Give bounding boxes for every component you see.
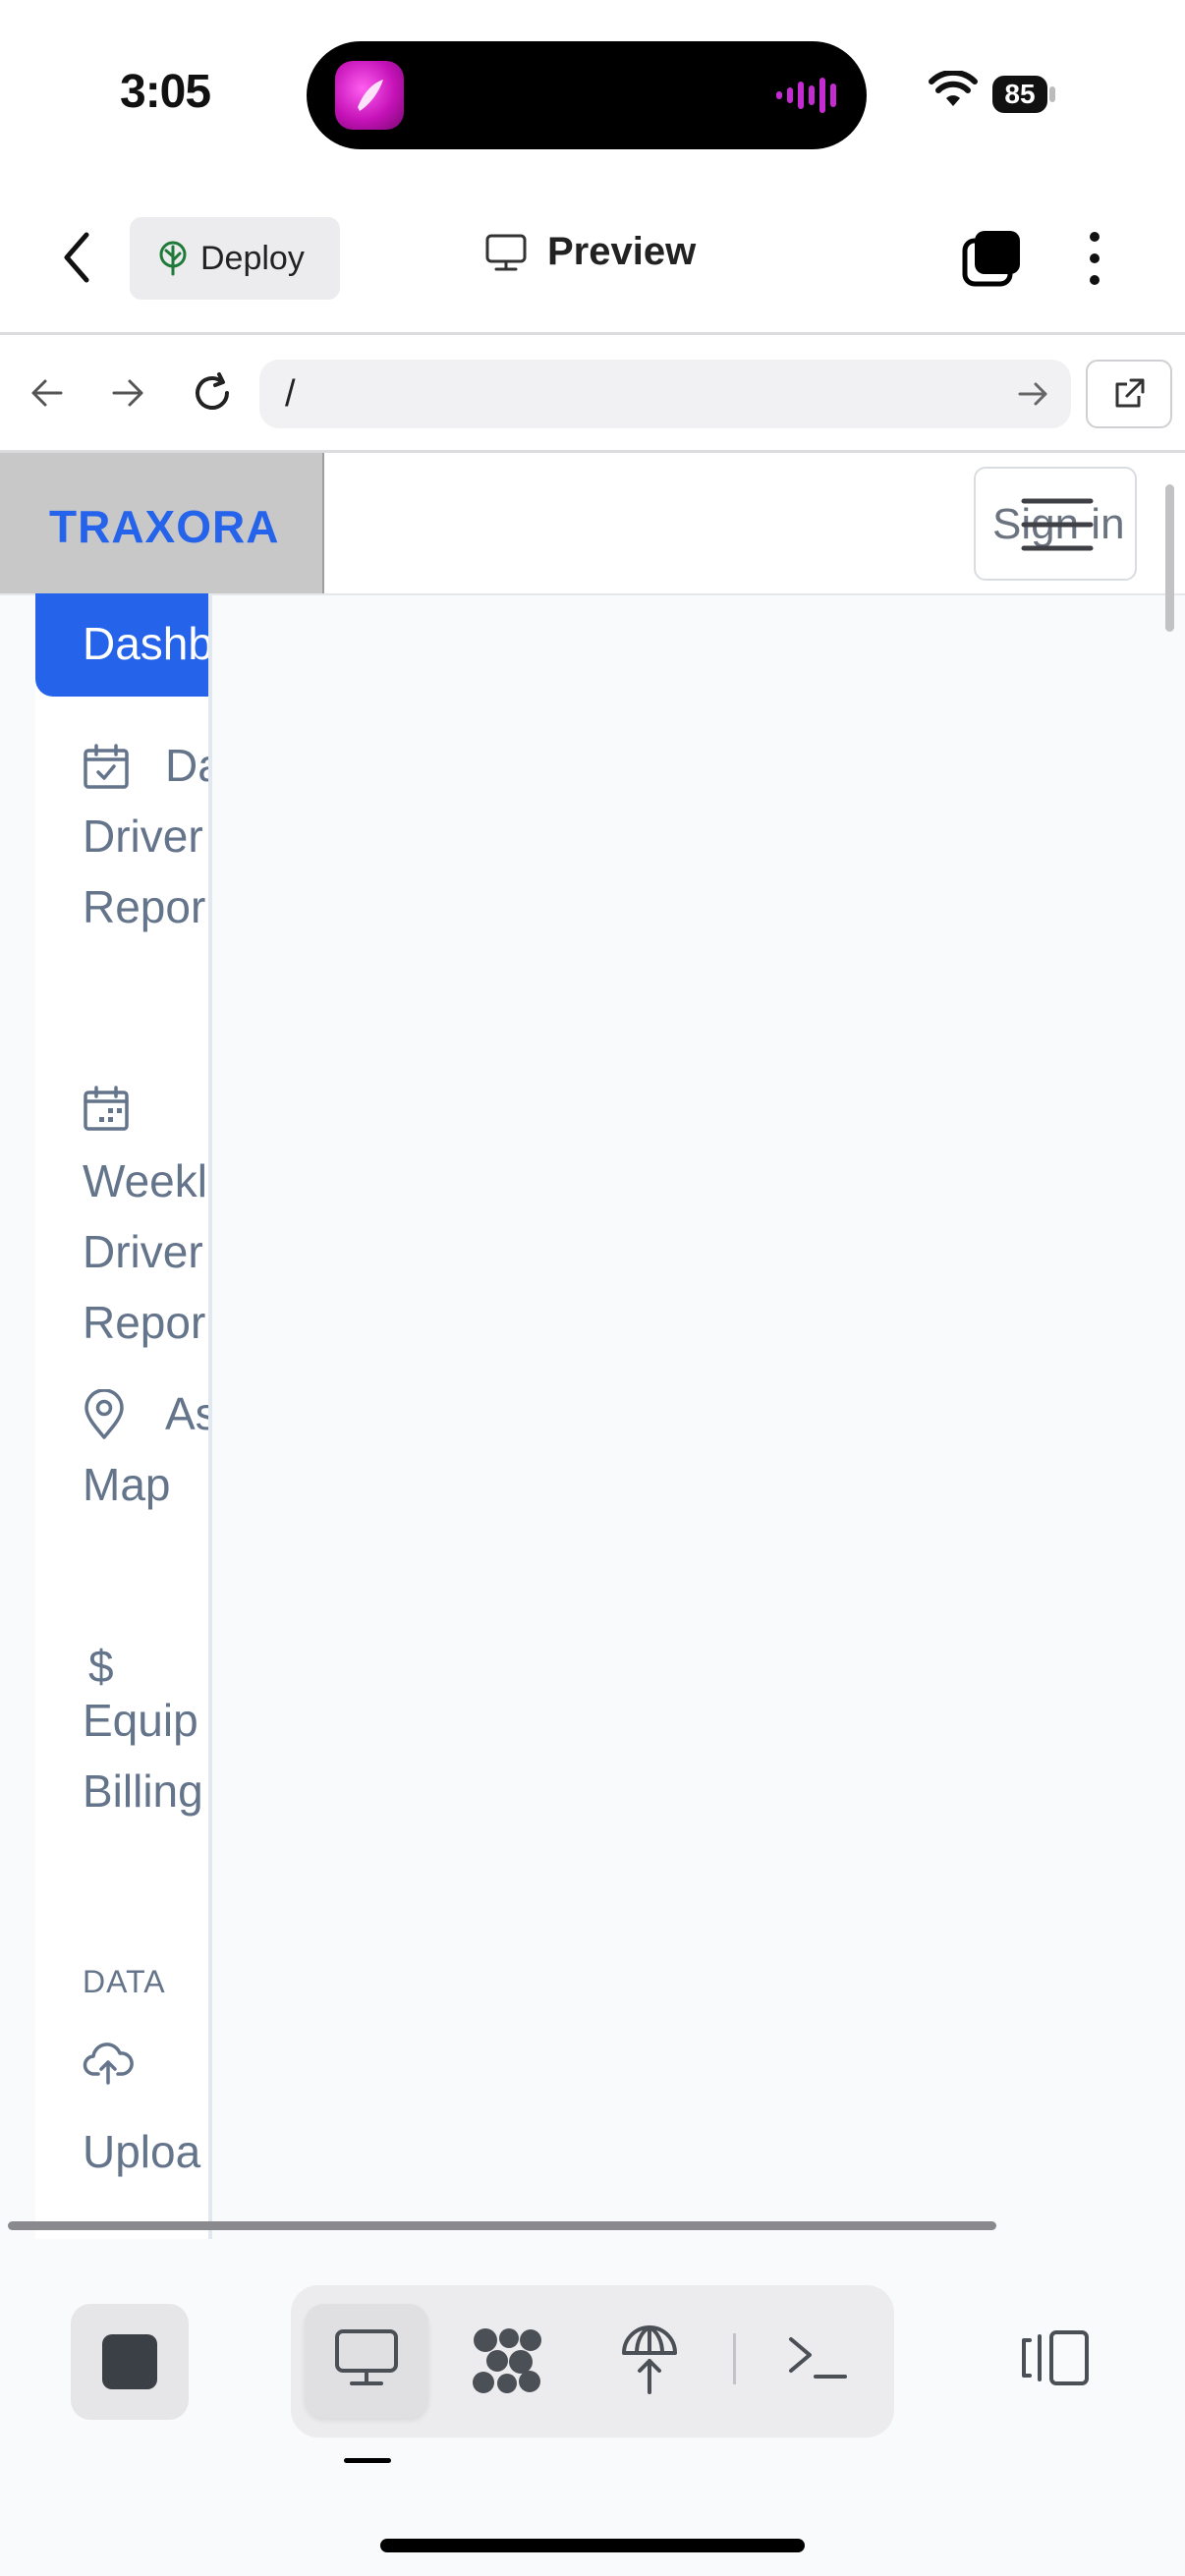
- audio-waveform-icon: [776, 78, 836, 113]
- vertical-scrollbar[interactable]: [1165, 484, 1174, 632]
- graph-icon[interactable]: [470, 2324, 544, 2397]
- nav-forward-icon[interactable]: [108, 373, 147, 413]
- wifi-icon: [929, 71, 978, 106]
- sidebar-item-asset-map[interactable]: As Map: [83, 1378, 208, 1520]
- menu-icon[interactable]: [1020, 496, 1095, 553]
- preview-label: Preview: [547, 230, 697, 273]
- calendar-week-icon: [84, 1086, 129, 1131]
- site-brand[interactable]: TRAXORA: [49, 500, 279, 553]
- nav-back-icon[interactable]: [28, 373, 67, 413]
- open-external-button[interactable]: [1086, 360, 1172, 428]
- battery-level: 85: [992, 76, 1047, 113]
- battery-tip: [1049, 86, 1055, 102]
- back-chevron-icon[interactable]: [59, 229, 98, 286]
- terminal-icon[interactable]: [786, 2333, 849, 2382]
- reload-icon[interactable]: [190, 370, 235, 416]
- external-link-icon: [1115, 378, 1145, 408]
- music-app-icon[interactable]: [335, 61, 404, 130]
- header-divider: [0, 332, 1185, 335]
- status-time: 3:05: [120, 66, 211, 118]
- deploy-tree-icon: [159, 241, 187, 276]
- deploy-label: Deploy: [200, 239, 305, 277]
- sidebar-section-data: DATA: [83, 1964, 166, 1999]
- tool-separator: [733, 2333, 736, 2384]
- url-text[interactable]: /: [285, 373, 296, 416]
- sidebar-item-daily-driver-report[interactable]: Da Driver Repor: [83, 730, 208, 942]
- sidebar-item-upload[interactable]: Uploa: [83, 2116, 200, 2187]
- url-bar[interactable]: [259, 360, 1071, 428]
- sidebar-item-equipment-billing[interactable]: Equip Billing: [83, 1685, 203, 1826]
- tabs-icon[interactable]: [961, 229, 1022, 288]
- sidebar: Dashb Da Driver Repor Weekl Driver Repor…: [35, 593, 212, 2239]
- monitor-icon: [485, 234, 527, 270]
- split-layout-icon[interactable]: [1020, 2328, 1091, 2387]
- stop-icon: [102, 2334, 157, 2389]
- preview-icon: [335, 2329, 398, 2385]
- preview-title[interactable]: Preview: [484, 230, 696, 274]
- deploy-icon[interactable]: [620, 2324, 679, 2396]
- sidebar-item-dashboard-label: Dashb: [83, 618, 212, 669]
- go-arrow-icon[interactable]: [1016, 379, 1051, 409]
- horizontal-scrollbar[interactable]: [8, 2221, 996, 2230]
- home-indicator[interactable]: [380, 2539, 805, 2552]
- web-preview[interactable]: TRAXORA Sign in Dashb Da Driver Repor We…: [0, 453, 1185, 2239]
- sidebar-item-weekly-driver-report[interactable]: Weekl Driver Repor: [83, 1146, 207, 1358]
- cloud-upload-icon: [83, 2043, 134, 2085]
- deploy-button[interactable]: Deploy: [130, 217, 340, 300]
- more-options-icon[interactable]: [1081, 229, 1108, 288]
- selected-tab-indicator: [344, 2458, 391, 2463]
